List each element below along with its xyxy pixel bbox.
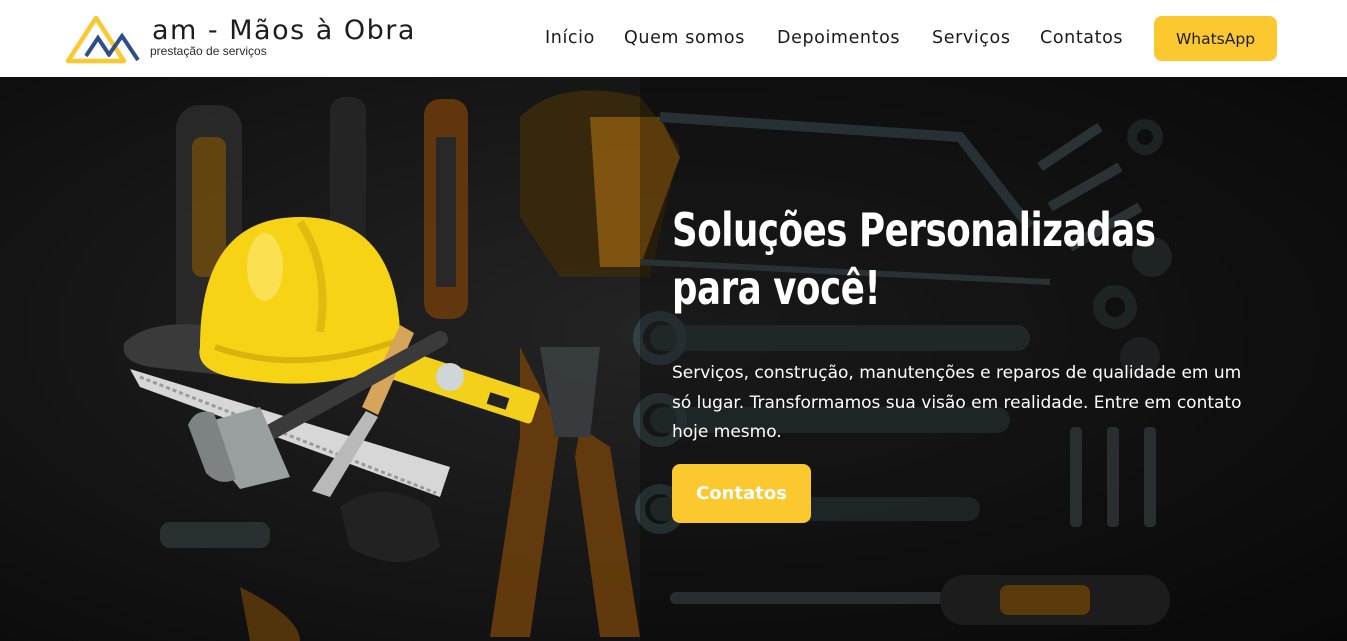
site-header: am - Mãos à Obra prestação de serviços I… [0,0,1347,77]
hero-description: Serviços, construção, manutenções e repa… [672,363,1242,442]
nav-servicos[interactable]: Serviços [932,26,1011,50]
brand-subtitle: prestação de serviços [150,44,267,58]
hero-section: Soluções Personalizadas para você! Servi… [0,77,1347,641]
nav-inicio[interactable]: Início [545,26,595,50]
brand-title: am - Mãos à Obra [152,15,416,46]
logo-mountains-icon [66,15,140,64]
nav-depoimentos[interactable]: Depoimentos [777,26,900,50]
whatsapp-button[interactable]: WhatsApp [1154,16,1277,61]
contatos-button[interactable]: Contatos [672,464,811,523]
logo[interactable]: am - Mãos à Obra prestação de serviços [66,12,426,64]
nav-quem-somos[interactable]: Quem somos [624,26,745,50]
hero-title: Soluções Personalizadas para você! [672,203,1156,315]
nav-contatos[interactable]: Contatos [1040,26,1123,50]
